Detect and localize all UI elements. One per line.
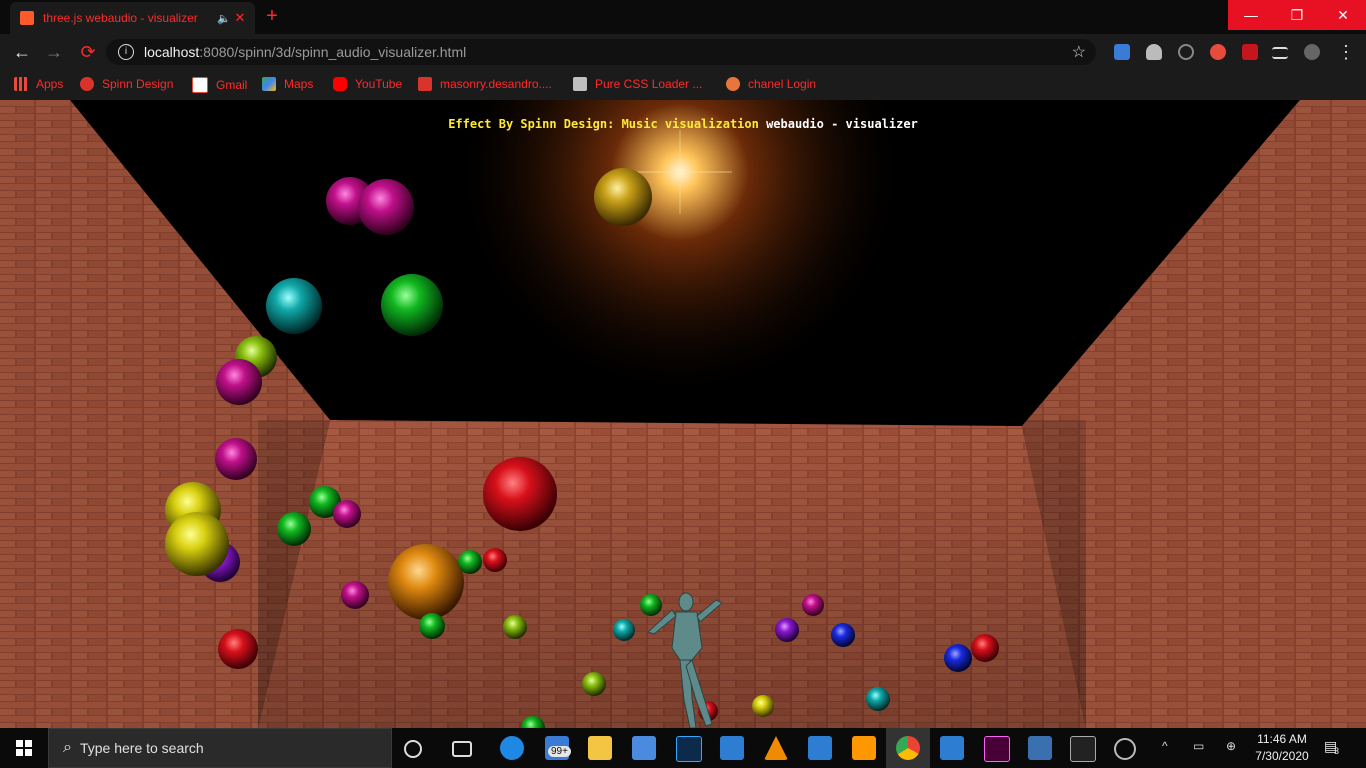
bookmark-youtube[interactable]: YouTube xyxy=(333,77,402,91)
apps-grid-icon xyxy=(14,77,28,91)
new-tab-button[interactable]: + xyxy=(262,6,282,28)
bookmarks-bar: Apps Spinn Design Gmail Maps YouTube mas… xyxy=(0,70,1366,100)
cortana-icon[interactable] xyxy=(404,740,422,758)
effect-caption: Effect By Spinn Design: Music visualizat… xyxy=(448,117,918,131)
network-globe-icon[interactable]: ⊕ xyxy=(1226,739,1236,753)
bookmark-gmail[interactable]: Gmail xyxy=(192,77,247,93)
address-bar[interactable]: i localhost:8080/spinn/3d/spinn_audio_vi… xyxy=(106,39,1096,65)
chanel-link-icon xyxy=(726,77,740,91)
task-view-icon[interactable] xyxy=(452,741,472,757)
maps-icon xyxy=(262,77,276,91)
page-favicon-icon xyxy=(20,11,34,25)
sublime-text-icon[interactable] xyxy=(852,736,876,760)
tab-strip: three.js webaudio - visualizer 🔈 ✕ + — ❐… xyxy=(0,0,1366,34)
profile-avatar-icon[interactable] xyxy=(1304,44,1320,60)
bookmark-chanel-login[interactable]: chanel Login xyxy=(726,77,816,91)
photoshop-icon[interactable] xyxy=(676,736,702,762)
network-app-icon[interactable] xyxy=(1028,736,1052,760)
close-tab-icon[interactable]: ✕ xyxy=(231,10,249,26)
scene-graphic xyxy=(0,100,1366,728)
gmail-icon xyxy=(192,77,208,93)
shield-extension-icon[interactable] xyxy=(1146,44,1162,60)
action-center-icon[interactable]: ▤ 3 xyxy=(1324,738,1344,758)
windows-logo-icon xyxy=(16,740,32,756)
reload-button[interactable]: ⟳ xyxy=(76,40,100,64)
bookmark-maps[interactable]: Maps xyxy=(262,77,313,91)
maximize-button[interactable]: ❐ xyxy=(1274,0,1320,30)
taskbar-search[interactable]: ⌕ Type here to search xyxy=(48,728,392,768)
bookmark-masonry[interactable]: masonry.desandro.... xyxy=(418,77,552,91)
url-text: localhost:8080/spinn/3d/spinn_audio_visu… xyxy=(144,44,467,60)
settings-gear-icon[interactable] xyxy=(1114,738,1136,760)
chrome-icon[interactable] xyxy=(896,736,920,760)
tray-chevron-icon[interactable]: ^ xyxy=(1162,739,1168,753)
menu-dots-icon[interactable]: ⋮ xyxy=(1334,40,1358,64)
bookmark-pure-css-loader[interactable]: Pure CSS Loader ... xyxy=(573,77,702,91)
clock-date: 7/30/2020 xyxy=(1255,749,1309,763)
speaker-icon[interactable]: 🔈 xyxy=(217,12,231,25)
spinn-design-icon xyxy=(80,77,94,91)
back-button[interactable]: ← xyxy=(10,40,34,64)
youtube-icon xyxy=(333,77,347,91)
bookmark-star-icon[interactable]: ☆ xyxy=(1072,42,1086,62)
css-loader-icon xyxy=(573,77,587,91)
terminal-icon[interactable] xyxy=(1070,736,1096,762)
site-info-icon[interactable]: i xyxy=(118,44,134,60)
extension-icon[interactable] xyxy=(1114,44,1130,60)
visualizer-canvas[interactable]: Effect By Spinn Design: Music visualizat… xyxy=(0,100,1366,728)
browser-tab[interactable]: three.js webaudio - visualizer 🔈 ✕ xyxy=(10,2,255,34)
browser-toolbar: ← → ⟳ i localhost:8080/spinn/3d/spinn_au… xyxy=(0,34,1366,70)
clock[interactable]: 11:46 AM 7/30/2020 xyxy=(1248,731,1316,765)
minimize-button[interactable]: — xyxy=(1228,0,1274,30)
shield-red-extension-icon[interactable] xyxy=(1210,44,1226,60)
tab-title: three.js webaudio - visualizer xyxy=(43,11,198,25)
edge-browser-icon[interactable] xyxy=(500,736,524,760)
clock-time: 11:46 AM xyxy=(1257,732,1307,746)
app-window-icon[interactable] xyxy=(720,736,744,760)
app-window-3-icon[interactable] xyxy=(940,736,964,760)
file-explorer-icon[interactable] xyxy=(588,736,612,760)
vlc-icon[interactable] xyxy=(764,736,788,760)
notification-count: 3 xyxy=(1334,746,1340,756)
masonry-icon xyxy=(418,77,432,91)
bookmark-spinn-design[interactable]: Spinn Design xyxy=(80,77,173,91)
start-button[interactable] xyxy=(0,728,48,768)
mail-badge: 99+ xyxy=(548,746,571,757)
close-window-button[interactable]: ✕ xyxy=(1320,0,1366,30)
playlist-icon[interactable] xyxy=(1272,47,1288,59)
search-placeholder: Type here to search xyxy=(79,740,204,756)
adobe-xd-icon[interactable] xyxy=(984,736,1010,762)
pdf-extension-icon[interactable] xyxy=(1242,44,1258,60)
search-icon: ⌕ xyxy=(63,739,72,756)
forward-button[interactable]: → xyxy=(42,40,66,64)
battery-icon[interactable]: ▭ xyxy=(1193,739,1204,753)
app-window-2-icon[interactable] xyxy=(808,736,832,760)
windows-taskbar: ⌕ Type here to search 99+ ^ ▭ ⊕ 11:46 AM… xyxy=(0,728,1366,768)
bookmark-apps[interactable]: Apps xyxy=(14,77,63,91)
store-icon[interactable] xyxy=(632,736,656,760)
timer-extension-icon[interactable] xyxy=(1178,44,1194,60)
